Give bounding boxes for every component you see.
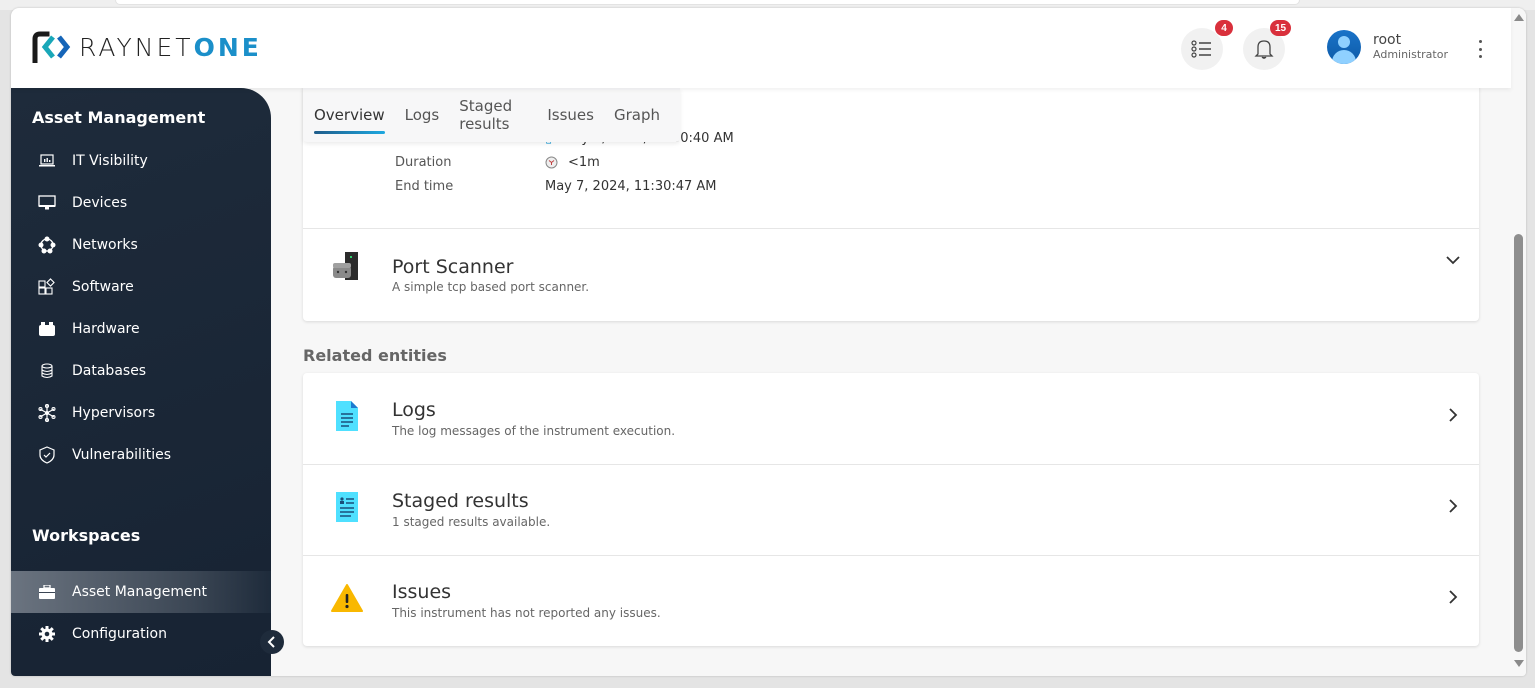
end-time-value: May 7, 2024, 11:30:47 AM [545,179,717,194]
related-item-staged-results[interactable]: Staged results 1 staged results availabl… [303,464,1479,555]
sidebar-item-networks[interactable]: Networks [11,224,271,266]
related-item-title: Logs [392,399,436,421]
sidebar-heading-workspaces: Workspaces [32,526,141,545]
sidebar-heading-asset-management: Asset Management [32,108,206,127]
laptop-chart-icon [38,152,56,170]
end-time-label: End time [395,179,454,194]
document-icon [336,401,358,431]
monitor-icon [38,194,56,212]
raynet-logo-icon [32,31,71,63]
network-icon [38,236,56,254]
brand-name: RAYNETONE [79,32,262,62]
task-list-icon [1191,40,1211,58]
user-name: root [1373,32,1402,49]
related-entities-heading: Related entities [303,346,447,365]
tab-logs[interactable]: Logs [405,88,440,142]
related-item-logs[interactable]: Logs The log messages of the instrument … [303,373,1479,464]
sidebar-item-label: IT Visibility [72,153,148,169]
collapse-sidebar-button[interactable] [260,630,284,654]
sidebar-item-devices[interactable]: Devices [11,182,271,224]
sidebar-item-label: Software [72,279,134,295]
app-window: RAYNETONE 4 15 root Administrator Asset … [11,8,1526,676]
divider [303,228,1479,229]
workspace-item-label: Asset Management [72,584,207,600]
staged-results-icon [336,492,358,522]
duration-value: <1m [545,155,600,170]
tab-overview[interactable]: Overview [314,88,385,142]
avatar [1327,30,1361,64]
sidebar-item-label: Vulnerabilities [72,447,172,463]
tab-graph[interactable]: Graph [614,88,660,142]
tab-bar: Overview Logs Staged results Issues Grap… [303,88,680,142]
related-item-title: Staged results [392,490,529,512]
related-item-description: The log messages of the instrument execu… [392,424,676,438]
instrument-description: A simple tcp based port scanner. [392,280,590,294]
sidebar-item-it-visibility[interactable]: IT Visibility [11,140,271,182]
sidebar-item-software[interactable]: Software [11,266,271,308]
gear-icon [38,625,56,643]
instrument-title: Port Scanner [392,256,514,278]
sidebar-item-label: Hardware [72,321,140,337]
notifications-button[interactable]: 15 [1243,20,1292,70]
software-icon [38,278,56,296]
shield-check-icon [38,446,56,464]
clock-icon [545,156,558,169]
workspace-item-label: Configuration [72,626,167,642]
database-icon [38,362,56,380]
tab-issues[interactable]: Issues [547,88,594,142]
briefcase-icon [38,583,56,601]
scroll-up-arrow-icon[interactable] [1514,14,1524,21]
address-bar-edge [115,0,1300,5]
related-item-issues[interactable]: Issues This instrument has not reported … [303,555,1479,646]
related-item-description: 1 staged results available. [392,515,551,529]
warning-icon [331,584,363,612]
sidebar: Asset Management IT Visibility Devices N… [11,88,271,676]
sidebar-item-label: Networks [72,237,138,253]
workspace-item-asset-management[interactable]: Asset Management [11,571,271,613]
scroll-down-arrow-icon[interactable] [1514,660,1524,667]
chevron-left-icon [267,636,275,648]
duration-label: Duration [395,155,452,170]
scroll-thumb[interactable] [1514,234,1523,652]
related-item-title: Issues [392,581,452,603]
related-item-description: This instrument has not reported any iss… [392,606,661,620]
port-scanner-icon [333,252,358,280]
vertical-scrollbar[interactable] [1511,8,1526,676]
sidebar-item-vulnerabilities[interactable]: Vulnerabilities [11,434,271,476]
sidebar-item-label: Devices [72,195,128,211]
sidebar-item-label: Hypervisors [72,405,156,421]
bell-icon [1254,40,1274,59]
hypervisor-icon [38,404,56,422]
chevron-right-icon [1449,590,1458,604]
sidebar-item-databases[interactable]: Databases [11,350,271,392]
more-options-icon[interactable] [1473,38,1487,60]
tab-staged-results[interactable]: Staged results [459,88,527,142]
user-role: Administrator [1373,47,1448,61]
related-entities-card: Logs The log messages of the instrument … [303,373,1479,646]
notifications-badge: 15 [1270,20,1292,36]
chevron-down-icon[interactable] [1445,255,1461,265]
user-menu[interactable]: root Administrator [1327,30,1448,64]
chevron-right-icon [1449,499,1458,513]
workspace-item-configuration[interactable]: Configuration [11,613,271,655]
sidebar-item-hardware[interactable]: Hardware [11,308,271,350]
sidebar-item-label: Databases [72,363,147,379]
brand-logo[interactable]: RAYNETONE [31,31,262,63]
tasks-badge: 4 [1215,20,1233,36]
hardware-icon [38,320,56,338]
sidebar-item-hypervisors[interactable]: Hypervisors [11,392,271,434]
app-header: RAYNETONE 4 15 root Administrator [11,8,1511,88]
chevron-right-icon [1449,408,1458,422]
tasks-button[interactable]: 4 [1181,20,1233,70]
